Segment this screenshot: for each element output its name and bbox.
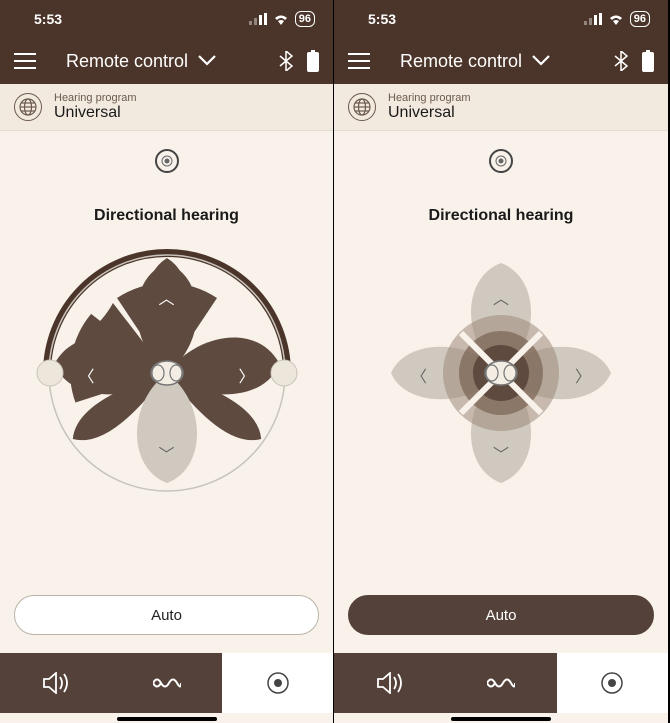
program-bar[interactable]: Hearing program Universal [0, 84, 333, 131]
battery-icon: 96 [630, 11, 650, 27]
section-heading: Directional hearing [429, 207, 574, 225]
tab-directional[interactable] [557, 653, 668, 713]
status-icons: 96 [584, 11, 650, 27]
chevron-down-icon[interactable]: ﹀ [493, 441, 509, 465]
home-indicator[interactable] [451, 717, 551, 721]
hamburger-icon[interactable] [348, 53, 370, 69]
wave-icon [153, 676, 181, 690]
directional-tab-icon [601, 672, 623, 694]
auto-button[interactable]: Auto [348, 595, 654, 635]
bluetooth-icon[interactable] [614, 51, 628, 71]
tab-directional[interactable] [222, 653, 333, 713]
battery-icon [642, 50, 654, 72]
chevron-down-icon[interactable] [532, 55, 550, 67]
status-icons: 96 [249, 11, 315, 27]
status-bar: 5:53 96 [334, 0, 668, 38]
wifi-icon [273, 13, 289, 25]
main-content: Directional hearing [334, 131, 668, 723]
directional-indicator-icon [489, 149, 513, 173]
bluetooth-icon[interactable] [279, 51, 293, 71]
clock: 5:53 [368, 11, 396, 27]
chevron-right-icon[interactable]: 〉 [238, 363, 254, 387]
battery-icon [307, 50, 319, 72]
chevron-up-icon[interactable]: ︿ [493, 285, 509, 309]
directional-tab-icon [267, 672, 289, 694]
auto-button[interactable]: Auto [14, 595, 319, 635]
chevron-left-icon[interactable]: 〈 [411, 363, 427, 387]
nav-bar: Remote control [0, 38, 333, 84]
status-bar: 5:53 96 [0, 0, 333, 38]
directional-indicator-icon [155, 149, 179, 173]
program-bar[interactable]: Hearing program Universal [334, 84, 668, 131]
program-text: Hearing program Universal [54, 92, 137, 122]
globe-icon [14, 93, 42, 121]
tab-volume[interactable] [0, 653, 111, 713]
chevron-left-icon[interactable]: 〈 [79, 363, 95, 387]
nav-bar: Remote control [334, 38, 668, 84]
auto-button-label: Auto [486, 607, 517, 624]
program-name: Universal [388, 104, 471, 122]
cellular-icon [249, 13, 267, 25]
chevron-up-icon[interactable]: ︿ [159, 285, 175, 309]
screen-auto: 5:53 96 Remote control Hearing program U… [334, 0, 668, 723]
surround-diagram[interactable]: ︿ 〈 〉 ﹀ [361, 243, 641, 503]
section-heading: Directional hearing [94, 207, 239, 225]
volume-icon [42, 672, 70, 694]
tab-volume[interactable] [334, 653, 445, 713]
chevron-down-icon[interactable]: ﹀ [159, 441, 175, 465]
directional-diagram[interactable]: ︿ 〈 〉 ﹀ [27, 243, 307, 503]
tab-bar [334, 653, 668, 713]
tab-sound[interactable] [111, 653, 222, 713]
chevron-down-icon[interactable] [198, 55, 216, 67]
volume-icon [376, 672, 404, 694]
chevron-right-icon[interactable]: 〉 [575, 363, 591, 387]
program-label: Hearing program [54, 92, 137, 104]
wifi-icon [608, 13, 624, 25]
page-title: Remote control [400, 51, 522, 72]
cellular-icon [584, 13, 602, 25]
wave-icon [487, 676, 515, 690]
program-text: Hearing program Universal [388, 92, 471, 122]
main-content: Directional hearing [0, 131, 333, 723]
clock: 5:53 [34, 11, 62, 27]
hamburger-icon[interactable] [14, 53, 36, 69]
globe-icon [348, 93, 376, 121]
program-label: Hearing program [388, 92, 471, 104]
page-title: Remote control [66, 51, 188, 72]
screen-directional: 5:53 96 Remote control Hearing program U… [0, 0, 334, 723]
tab-sound[interactable] [445, 653, 556, 713]
tab-bar [0, 653, 333, 713]
auto-button-label: Auto [151, 607, 182, 624]
home-indicator[interactable] [117, 717, 217, 721]
battery-icon: 96 [295, 11, 315, 27]
program-name: Universal [54, 104, 137, 122]
